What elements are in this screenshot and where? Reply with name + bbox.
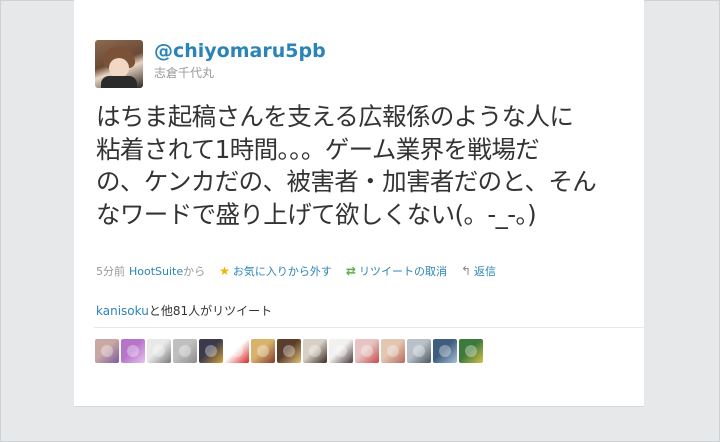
retweeter-avatar[interactable] xyxy=(199,339,223,363)
tweet-text-line: なワードで盛り上げて欲しくない(。-_-。) xyxy=(96,199,537,229)
tweet-text-line: の、ケンカだの、被害者・加害者だのと、そん xyxy=(96,167,597,196)
retweet-count-text: と他81人がリツイート xyxy=(148,304,273,318)
unfavorite-button[interactable]: ★ お気に入りから外す xyxy=(219,263,332,279)
source-link[interactable]: HootSuite xyxy=(129,265,183,278)
retweeter-avatar[interactable] xyxy=(173,339,197,363)
tweet-text-line: 粘着されて1時間。。。ゲーム業界を戦場だ xyxy=(96,134,540,164)
retweeter-avatar[interactable] xyxy=(459,339,483,363)
retweeter-avatar[interactable] xyxy=(381,339,405,363)
reply-label: 返信 xyxy=(474,265,497,278)
unfavorite-label: お気に入りから外す xyxy=(232,265,332,278)
avatar[interactable] xyxy=(95,40,143,88)
undo-retweet-button[interactable]: ⇄ リツイートの取消 xyxy=(346,263,447,279)
retweeter-avatar[interactable] xyxy=(95,339,119,363)
avatar-body xyxy=(101,76,137,88)
divider xyxy=(94,327,646,328)
reply-icon: ↰ xyxy=(460,264,472,278)
tweet-card: @chiyomaru5pb 志倉千代丸 はちま起稿さんを支える広報係のような人に… xyxy=(74,0,646,407)
retweeter-avatar[interactable] xyxy=(225,339,249,363)
full-name: 志倉千代丸 xyxy=(154,66,215,80)
retweeter-avatar[interactable] xyxy=(147,339,171,363)
retweeter-avatars xyxy=(95,339,483,363)
tweet-meta: 5分前 HootSuite から ★ お気に入りから外す ⇄ リツイートの取消 … xyxy=(96,263,496,279)
retweeter-avatar[interactable] xyxy=(251,339,275,363)
undo-retweet-label: リツイートの取消 xyxy=(358,265,447,278)
retweeter-avatar[interactable] xyxy=(329,339,353,363)
tweet-text-line: はちま起稿さんを支える広報係のような人に xyxy=(96,102,574,131)
reply-button[interactable]: ↰ 返信 xyxy=(461,263,496,279)
screen-name-link[interactable]: @chiyomaru5pb xyxy=(154,40,326,62)
retweeter-avatar[interactable] xyxy=(303,339,327,363)
retweeter-link[interactable]: kanisoku xyxy=(96,304,149,318)
tweet-text: はちま起稿さんを支える広報係のような人に 粘着されて1時間。。。ゲーム業界を戦場… xyxy=(96,101,636,231)
source-suffix: から xyxy=(183,265,206,278)
retweet-icon: ⇄ xyxy=(345,264,356,278)
retweeter-avatar[interactable] xyxy=(355,339,379,363)
retweeter-avatar[interactable] xyxy=(121,339,145,363)
retweet-info: kanisokuと他81人がリツイート xyxy=(96,302,272,319)
avatar-face xyxy=(109,58,129,78)
tweet-timestamp[interactable]: 5分前 xyxy=(96,263,125,279)
retweeter-avatar[interactable] xyxy=(433,339,457,363)
retweeter-avatar[interactable] xyxy=(407,339,431,363)
star-icon: ★ xyxy=(219,264,230,278)
retweeter-avatar[interactable] xyxy=(277,339,301,363)
